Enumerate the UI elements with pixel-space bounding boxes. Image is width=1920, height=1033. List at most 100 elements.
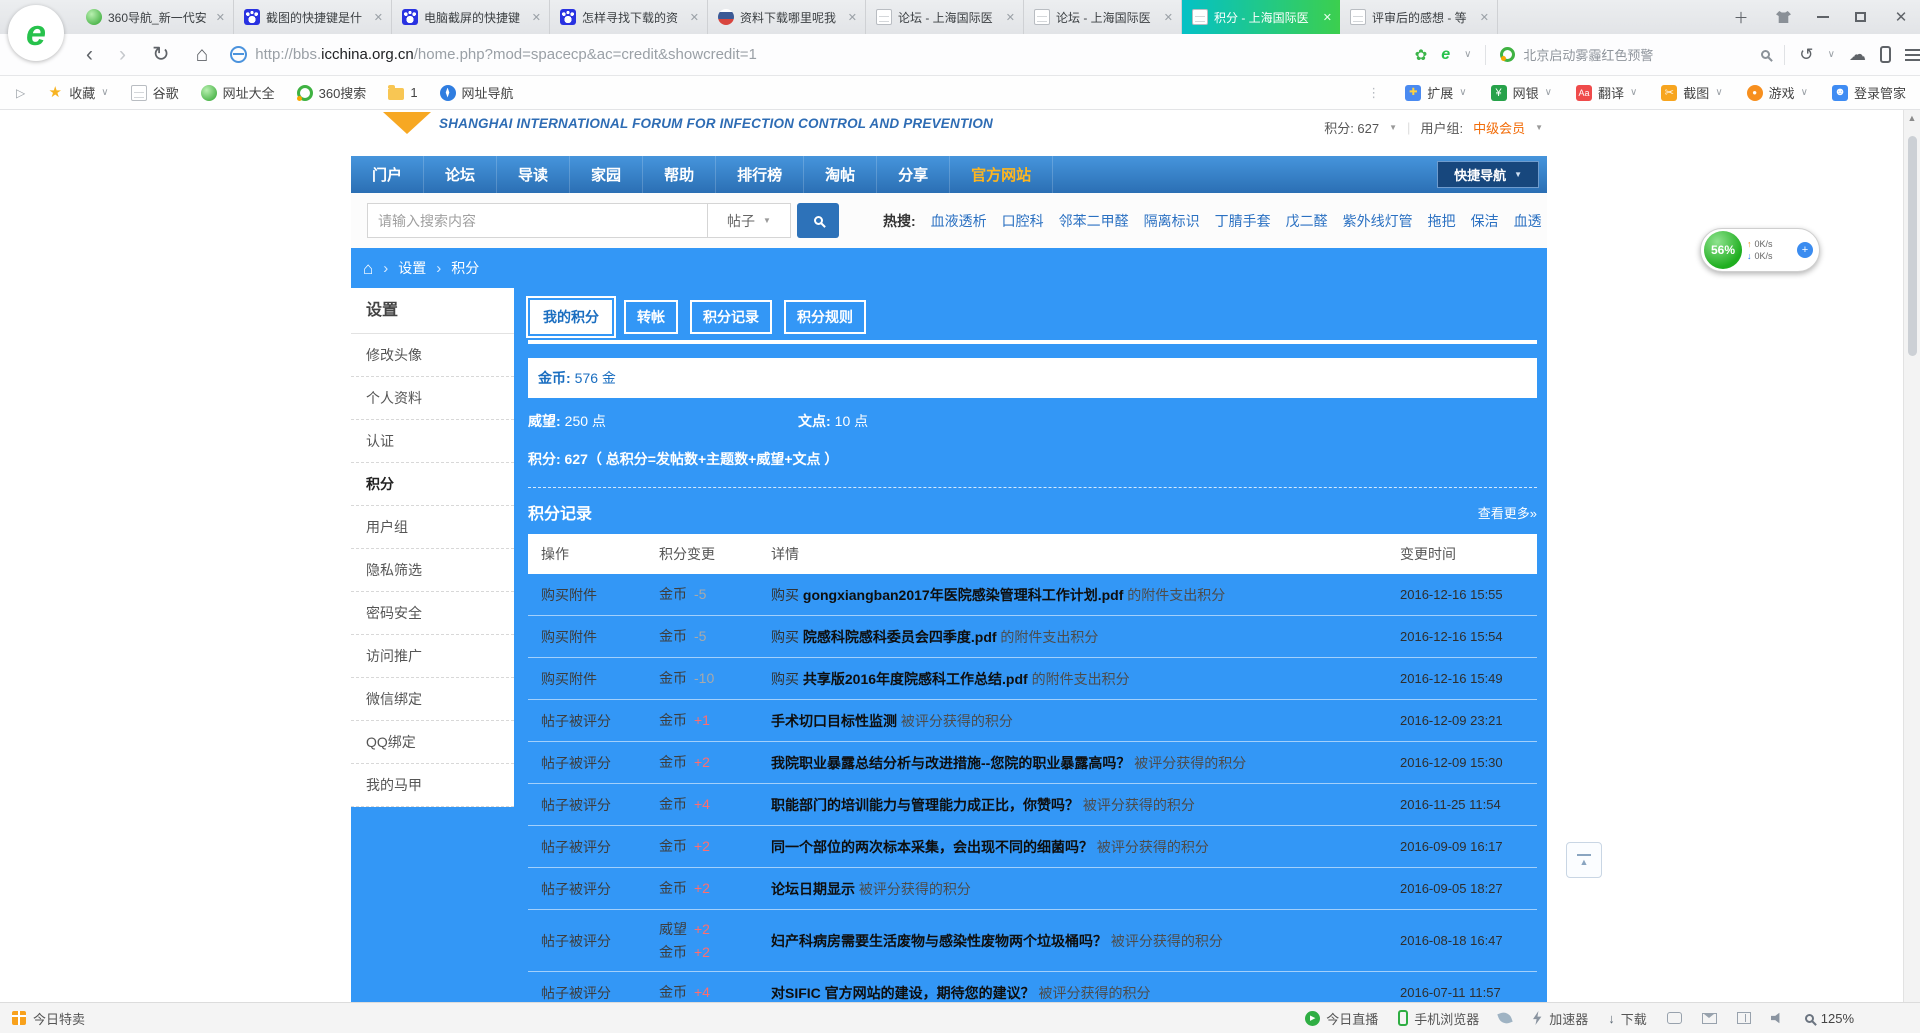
breadcrumb-item-settings[interactable]: 设置: [398, 258, 426, 278]
detail-title-link[interactable]: 手术切口目标性监测: [771, 713, 897, 729]
bookmark-item[interactable]: ★收藏∨: [47, 83, 108, 102]
sidebar-item-微信绑定[interactable]: 微信绑定: [351, 678, 514, 721]
usergroup-value[interactable]: 中级会员: [1473, 118, 1525, 137]
nav-item-官方网站[interactable]: 官方网站: [950, 156, 1053, 193]
tab-close-icon[interactable]: ✕: [216, 11, 225, 24]
nav-item-论坛[interactable]: 论坛: [424, 156, 497, 193]
detail-title-link[interactable]: 职能部门的培训能力与管理能力成正比，你赞吗？: [771, 797, 1079, 813]
browser-tab[interactable]: 截图的快捷键是什✕: [234, 0, 392, 34]
hot-search-link[interactable]: 丁腈手套: [1215, 211, 1271, 231]
statusbar-leaf-icon[interactable]: [1499, 1012, 1511, 1024]
url-text[interactable]: http://bbs.icchina.org.cn/home.php?mod=s…: [255, 46, 757, 63]
sidebar-item-密码安全[interactable]: 密码安全: [351, 592, 514, 635]
detail-title-link[interactable]: gongxiangban2017年医院感染管理科工作计划.pdf: [803, 587, 1123, 603]
detail-title-link[interactable]: 我院职业暴露总结分析与改进措施--您院的职业暴露高吗？: [771, 755, 1130, 771]
search-category-select[interactable]: 帖子 ▼: [707, 203, 791, 238]
sidebar-item-隐私筛选[interactable]: 隐私筛选: [351, 549, 514, 592]
sidebar-item-用户组[interactable]: 用户组: [351, 506, 514, 549]
new-tab-button[interactable]: ＋: [1732, 7, 1750, 28]
vertical-scrollbar[interactable]: ▲: [1903, 110, 1920, 1002]
bookmark-item[interactable]: 网址导航: [440, 83, 514, 102]
zoom-control[interactable]: 125%: [1805, 1011, 1854, 1026]
hot-search-link[interactable]: 隔离标识: [1144, 211, 1200, 231]
scroll-up-arrow-icon[interactable]: ▲: [1904, 113, 1920, 123]
bookmark-item[interactable]: 1: [388, 85, 417, 100]
tab-close-icon[interactable]: ✕: [848, 11, 857, 24]
mobile-sync-icon[interactable]: [1880, 46, 1891, 63]
nav-item-帮助[interactable]: 帮助: [643, 156, 716, 193]
hot-search-link[interactable]: 血液透析: [931, 211, 987, 231]
url-field[interactable]: http://bbs.icchina.org.cn/home.php?mod=s…: [230, 46, 1410, 63]
overflow-dots-icon[interactable]: ⋮: [1367, 85, 1381, 101]
tab-close-icon[interactable]: ✕: [374, 11, 383, 24]
hot-search-link[interactable]: 血透: [1514, 211, 1542, 231]
daily-deals-button[interactable]: 今日特卖: [12, 1009, 85, 1028]
breadcrumb-item-credit[interactable]: 积分: [451, 258, 479, 278]
browser-tab[interactable]: 360导航_新一代安✕: [76, 0, 234, 34]
tab-我的积分[interactable]: 我的积分: [530, 300, 612, 334]
toolbar-item-bank[interactable]: 网银∨: [1491, 83, 1552, 102]
sidebar-item-QQ绑定[interactable]: QQ绑定: [351, 721, 514, 764]
browser-tab[interactable]: 资料下载哪里呢我✕: [708, 0, 866, 34]
search-input[interactable]: [367, 203, 707, 238]
speed-monitor-widget[interactable]: 56% ↑0K/s ↓0K/s +: [1700, 228, 1820, 272]
sidebar-item-积分[interactable]: 积分: [351, 463, 514, 506]
tab-close-icon[interactable]: ✕: [532, 11, 541, 24]
browser-tab[interactable]: 论坛 - 上海国际医✕: [1024, 0, 1182, 34]
chevron-down-icon[interactable]: ∨: [1464, 49, 1471, 60]
browser-tab[interactable]: 论坛 - 上海国际医✕: [866, 0, 1024, 34]
quick-search-box[interactable]: 北京启动雾霾红色预警: [1500, 45, 1770, 64]
quick-nav-button[interactable]: 快捷导航 ▼: [1437, 161, 1539, 188]
breadcrumb-home-icon[interactable]: ⌂: [363, 260, 373, 277]
menu-icon[interactable]: [1905, 49, 1920, 51]
tab-积分规则[interactable]: 积分规则: [784, 300, 866, 334]
sidebar-item-个人资料[interactable]: 个人资料: [351, 377, 514, 420]
toolbar-item-login[interactable]: 登录管家: [1832, 83, 1906, 102]
statusbar-msg-icon[interactable]: [1667, 1012, 1682, 1024]
tab-转帐[interactable]: 转帐: [624, 300, 678, 334]
nav-item-排行榜[interactable]: 排行榜: [716, 156, 804, 193]
tab-close-icon[interactable]: ✕: [1006, 11, 1015, 24]
detail-title-link[interactable]: 对SIFIC 官方网站的建设，期待您的建议？: [771, 985, 1035, 1001]
credit-summary[interactable]: 积分: 627: [1324, 118, 1379, 137]
toolbar-item-screenshot[interactable]: 截图∨: [1661, 83, 1722, 102]
statusbar-down-button[interactable]: 下载: [1608, 1009, 1647, 1028]
scrollbar-thumb[interactable]: [1908, 136, 1917, 356]
view-more-link[interactable]: 查看更多»: [1478, 503, 1537, 522]
maximize-button[interactable]: [1855, 12, 1866, 22]
back-icon[interactable]: ‹: [86, 44, 93, 65]
bookmark-item[interactable]: 360搜索: [297, 83, 367, 102]
statusbar-panel-icon[interactable]: [1737, 1012, 1751, 1024]
add-widget-icon[interactable]: +: [1797, 242, 1813, 258]
bookmark-item[interactable]: 网址大全: [201, 83, 275, 102]
memory-percent-ball[interactable]: 56%: [1704, 231, 1742, 269]
tab-close-icon[interactable]: ✕: [1164, 11, 1173, 24]
statusbar-mobile-button[interactable]: 手机浏览器: [1398, 1009, 1479, 1028]
forward-icon[interactable]: ›: [119, 44, 126, 65]
home-icon[interactable]: ⌂: [196, 44, 209, 65]
statusbar-accel-button[interactable]: 加速器: [1531, 1009, 1588, 1028]
sidebar-item-认证[interactable]: 认证: [351, 420, 514, 463]
detail-title-link[interactable]: 妇产科病房需要生活废物与感染性废物两个垃圾桶吗？: [771, 933, 1107, 949]
detail-title-link[interactable]: 论坛日期显示: [771, 881, 855, 897]
detail-title-link[interactable]: 同一个部位的两次标本采集，会出现不同的细菌吗？: [771, 839, 1093, 855]
cloud-sync-icon[interactable]: ☁: [1849, 45, 1866, 65]
hot-search-link[interactable]: 口腔科: [1002, 211, 1044, 231]
statusbar-mail-icon[interactable]: [1702, 1013, 1717, 1024]
statusbar-speaker-icon[interactable]: [1771, 1012, 1785, 1024]
chevron-down-icon[interactable]: ∨: [1828, 49, 1835, 60]
tab-close-icon[interactable]: ✕: [1480, 11, 1489, 24]
nav-item-家园[interactable]: 家园: [570, 156, 643, 193]
tab-close-icon[interactable]: ✕: [1323, 11, 1332, 24]
hot-search-link[interactable]: 拖把: [1428, 211, 1456, 231]
toolbar-item-game[interactable]: 游戏∨: [1747, 83, 1808, 102]
sidebar-item-修改头像[interactable]: 修改头像: [351, 334, 514, 377]
detail-title-link[interactable]: 共享版2016年度院感科工作总结.pdf: [803, 671, 1028, 687]
nav-item-导读[interactable]: 导读: [497, 156, 570, 193]
hot-search-link[interactable]: 戊二醛: [1286, 211, 1328, 231]
toolbar-item-extension[interactable]: 扩展∨: [1405, 83, 1466, 102]
nav-item-门户[interactable]: 门户: [351, 156, 424, 193]
tab-积分记录[interactable]: 积分记录: [690, 300, 772, 334]
hot-search-link[interactable]: 紫外线灯管: [1343, 211, 1413, 231]
restore-tab-icon[interactable]: ↺: [1799, 45, 1813, 65]
